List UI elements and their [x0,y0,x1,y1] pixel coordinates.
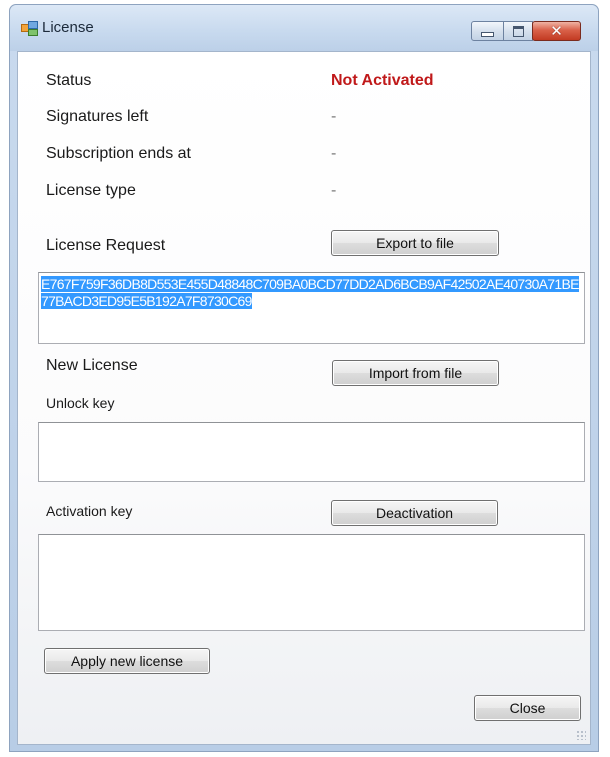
signatures-left-value: - [331,108,337,125]
signatures-left-label: Signatures left [46,108,149,125]
maximize-button[interactable] [503,21,533,41]
dialog-client-area: Status Not Activated Signatures left - S… [17,51,591,745]
license-type-value: - [331,182,337,199]
import-from-file-button[interactable]: Import from file [332,360,499,386]
license-window: License ✕ Status Not Activated Signature… [9,4,599,752]
resize-grip[interactable] [576,730,586,740]
license-app-icon [21,21,38,36]
subscription-ends-value: - [331,145,337,162]
export-to-file-button[interactable]: Export to file [331,230,499,256]
activation-key-label: Activation key [46,503,133,519]
close-icon: ✕ [550,21,563,40]
maximize-icon [512,25,524,37]
minimize-icon [481,31,494,37]
deactivation-button[interactable]: Deactivation [331,500,498,526]
minimize-button[interactable] [471,21,504,41]
status-value: Not Activated [331,72,434,89]
close-button[interactable]: Close [474,695,581,721]
unlock-key-label: Unlock key [46,395,115,411]
title-bar[interactable]: License ✕ [10,5,598,51]
license-request-label: License Request [46,237,166,254]
window-title: License [42,19,94,36]
license-request-textbox[interactable]: E767F759F36DB8D553E455D48848C709BA0BCD77… [38,272,585,344]
license-type-label: License type [46,182,136,199]
new-license-label: New License [46,357,138,374]
unlock-key-textbox[interactable] [38,422,585,482]
status-label: Status [46,72,92,89]
subscription-ends-label: Subscription ends at [46,145,191,162]
apply-new-license-button[interactable]: Apply new license [44,648,210,674]
activation-key-textbox[interactable] [38,534,585,631]
license-request-text: E767F759F36DB8D553E455D48848C709BA0BCD77… [41,276,579,309]
close-window-button[interactable]: ✕ [532,21,581,41]
